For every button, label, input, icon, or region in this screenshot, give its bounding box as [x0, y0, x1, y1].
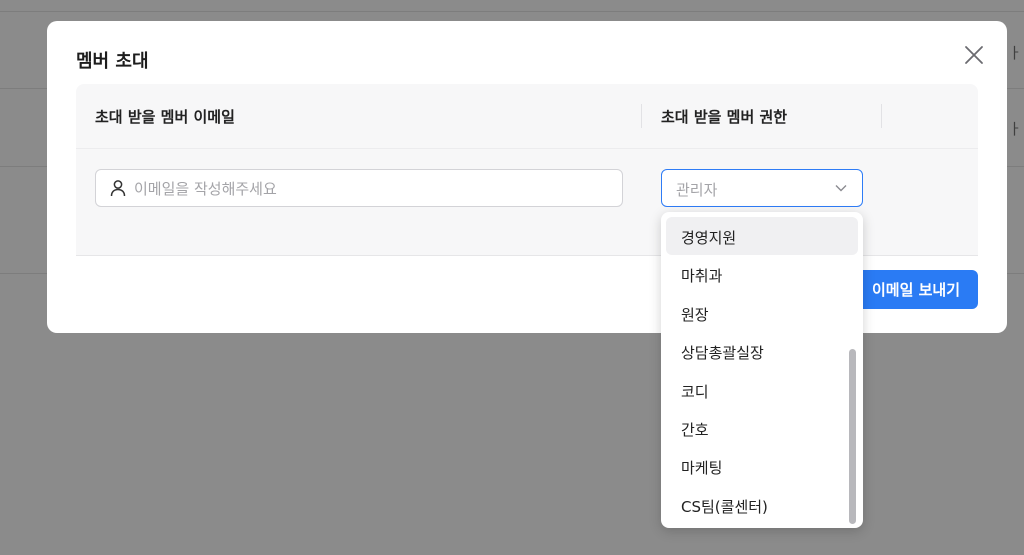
role-select-value: 관리자 [676, 181, 718, 199]
role-column-header: 초대 받을 멤버 권한 [661, 108, 788, 126]
option-label: 상담총괄실장 [681, 344, 764, 362]
close-button[interactable] [962, 43, 986, 67]
background-divider [0, 11, 1024, 12]
role-select[interactable]: 관리자 [661, 169, 863, 207]
background-text-fragment: ㅏ [1008, 44, 1022, 62]
dropdown-option[interactable]: 경영지원 [666, 217, 858, 255]
dropdown-option[interactable]: 마케팅 [666, 447, 858, 485]
column-separator [641, 104, 642, 128]
option-label: 간호 [681, 421, 709, 439]
dropdown-scrollbar[interactable] [849, 349, 856, 524]
background-text-fragment: ㅏ [1008, 120, 1022, 138]
dropdown-option[interactable]: 원장 [666, 294, 858, 332]
table-header: 초대 받을 멤버 이메일 초대 받을 멤버 권한 [76, 84, 978, 149]
option-label: CS팀(콜센터) [681, 498, 768, 516]
email-field[interactable] [95, 169, 623, 208]
option-label: 원장 [681, 306, 709, 324]
dropdown-option[interactable]: CS팀(콜센터) [666, 486, 858, 524]
dropdown-option[interactable]: 마취과 [666, 255, 858, 293]
role-dropdown-menu: 경영지원 마취과 원장 상담총괄실장 코디 간호 마케팅 CS팀(콜센터) [661, 212, 863, 528]
option-label: 코디 [681, 383, 709, 401]
email-column-header: 초대 받을 멤버 이메일 [95, 108, 235, 126]
option-label: 경영지원 [681, 229, 737, 247]
column-separator [881, 104, 882, 128]
modal-title: 멤버 초대 [76, 51, 149, 72]
chevron-down-icon [835, 185, 847, 192]
close-icon [965, 46, 983, 64]
user-icon [110, 180, 126, 197]
dropdown-option[interactable]: 코디 [666, 371, 858, 409]
option-label: 마취과 [681, 267, 723, 285]
dropdown-option[interactable]: 상담총괄실장 [666, 332, 858, 370]
email-input[interactable] [132, 170, 616, 208]
dropdown-option[interactable]: 간호 [666, 409, 858, 447]
option-label: 마케팅 [681, 459, 723, 477]
invite-member-modal: 멤버 초대 초대 받을 멤버 이메일 초대 받을 멤버 권한 관리자 이메일 보… [47, 21, 1007, 333]
